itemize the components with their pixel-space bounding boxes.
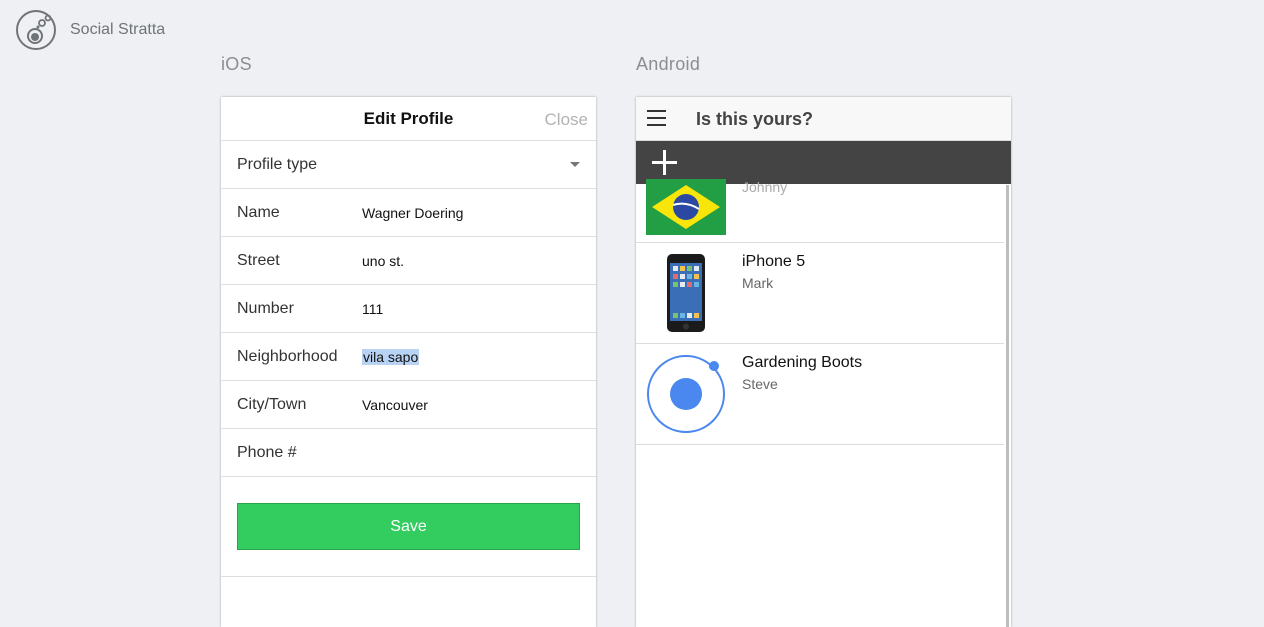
android-header: Is this yours? (636, 97, 1011, 141)
number-input[interactable] (362, 300, 572, 317)
brazil-flag-image (646, 179, 726, 235)
hamburger-menu-icon[interactable] (647, 110, 666, 126)
profile-type-select[interactable]: Profile type (221, 141, 596, 189)
android-toolbar (636, 141, 1011, 184)
street-row: Street (221, 237, 596, 285)
item-list: Johnny iPhone 5 Mark Gardening Boots Ste… (636, 179, 1004, 445)
list-item[interactable]: iPhone 5 Mark (636, 243, 1004, 344)
phone-label: Phone # (237, 443, 297, 461)
flask-bubble-logo-icon (16, 10, 56, 50)
save-button[interactable]: Save (237, 503, 580, 550)
profile-type-label: Profile type (237, 155, 318, 173)
name-label: Name (237, 203, 280, 221)
item-title: iPhone 5 (742, 253, 806, 270)
android-list-panel: Is this yours? Johnny iPhone 5 Mark Gard… (636, 97, 1011, 627)
item-title: Gardening Boots (742, 354, 863, 371)
ios-edit-profile-panel: Edit Profile Close Profile type Name Str… (221, 97, 596, 627)
neighborhood-label: Neighborhood (237, 347, 338, 365)
iphone-image (667, 254, 705, 332)
android-page-title: Is this yours? (696, 109, 814, 129)
neighborhood-row: Neighborhood vila sapo (221, 333, 596, 381)
city-input[interactable] (362, 396, 572, 413)
street-label: Street (237, 251, 280, 269)
ios-header: Edit Profile Close (221, 97, 596, 141)
blue-ring-dot-icon (647, 355, 725, 433)
brand-name: Social Stratta (70, 21, 166, 38)
item-owner: Mark (742, 275, 774, 291)
city-label: City/Town (237, 395, 307, 413)
chevron-down-icon (570, 162, 580, 167)
brand[interactable]: Social Stratta (16, 10, 165, 50)
list-item[interactable]: Johnny (636, 179, 1004, 243)
street-input[interactable] (362, 252, 572, 269)
city-row: City/Town (221, 381, 596, 429)
name-row: Name (221, 189, 596, 237)
page-title: Edit Profile (363, 109, 454, 128)
list-item[interactable]: Gardening Boots Steve (636, 344, 1004, 445)
phone-input[interactable] (362, 444, 572, 461)
item-owner: Johnny (742, 179, 788, 195)
ios-platform-label: iOS (221, 54, 252, 74)
scrollbar[interactable] (1006, 185, 1009, 627)
neighborhood-input[interactable]: vila sapo (362, 348, 420, 365)
number-row: Number (221, 285, 596, 333)
item-owner: Steve (742, 376, 778, 392)
save-container: Save (221, 477, 596, 577)
phone-row: Phone # (221, 429, 596, 477)
android-platform-label: Android (636, 54, 701, 74)
name-input[interactable] (362, 204, 572, 221)
plus-icon[interactable] (652, 150, 677, 175)
number-label: Number (237, 299, 294, 317)
close-button[interactable]: Close (545, 110, 588, 130)
